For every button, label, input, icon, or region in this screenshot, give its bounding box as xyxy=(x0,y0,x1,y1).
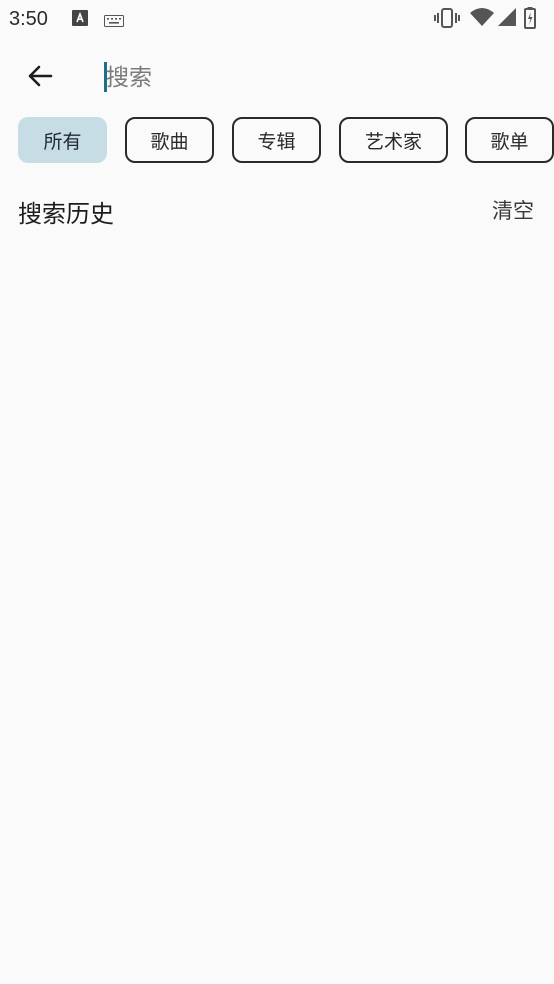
search-input[interactable] xyxy=(106,60,516,96)
chip-label: 歌曲 xyxy=(150,130,189,153)
status-time: 3:50 xyxy=(9,8,48,30)
clear-history-button[interactable]: 清空 xyxy=(492,195,534,225)
text-cursor xyxy=(104,62,107,92)
chip-albums[interactable]: 专辑 xyxy=(232,117,321,163)
arrow-back-icon xyxy=(26,62,54,94)
search-field xyxy=(104,60,524,96)
back-button[interactable] xyxy=(18,56,62,100)
chip-label: 艺术家 xyxy=(364,130,422,153)
search-bar xyxy=(0,50,554,106)
chip-playlists[interactable]: 歌单 xyxy=(465,117,554,163)
chip-label: 专辑 xyxy=(257,130,296,153)
search-history-header: 搜索历史 清空 xyxy=(0,190,554,230)
chip-label: 所有 xyxy=(43,130,82,153)
status-bar: 3:50 xyxy=(0,0,554,38)
filter-chips: 所有 歌曲 专辑 艺术家 歌单 xyxy=(18,117,554,163)
chip-songs[interactable]: 歌曲 xyxy=(125,117,214,163)
keyboard-icon xyxy=(104,12,124,31)
chip-all[interactable]: 所有 xyxy=(18,117,107,163)
chip-artists[interactable]: 艺术家 xyxy=(339,117,448,163)
chip-label: 歌单 xyxy=(490,130,529,153)
search-history-title: 搜索历史 xyxy=(18,200,114,228)
accessibility-a-icon xyxy=(72,10,88,30)
